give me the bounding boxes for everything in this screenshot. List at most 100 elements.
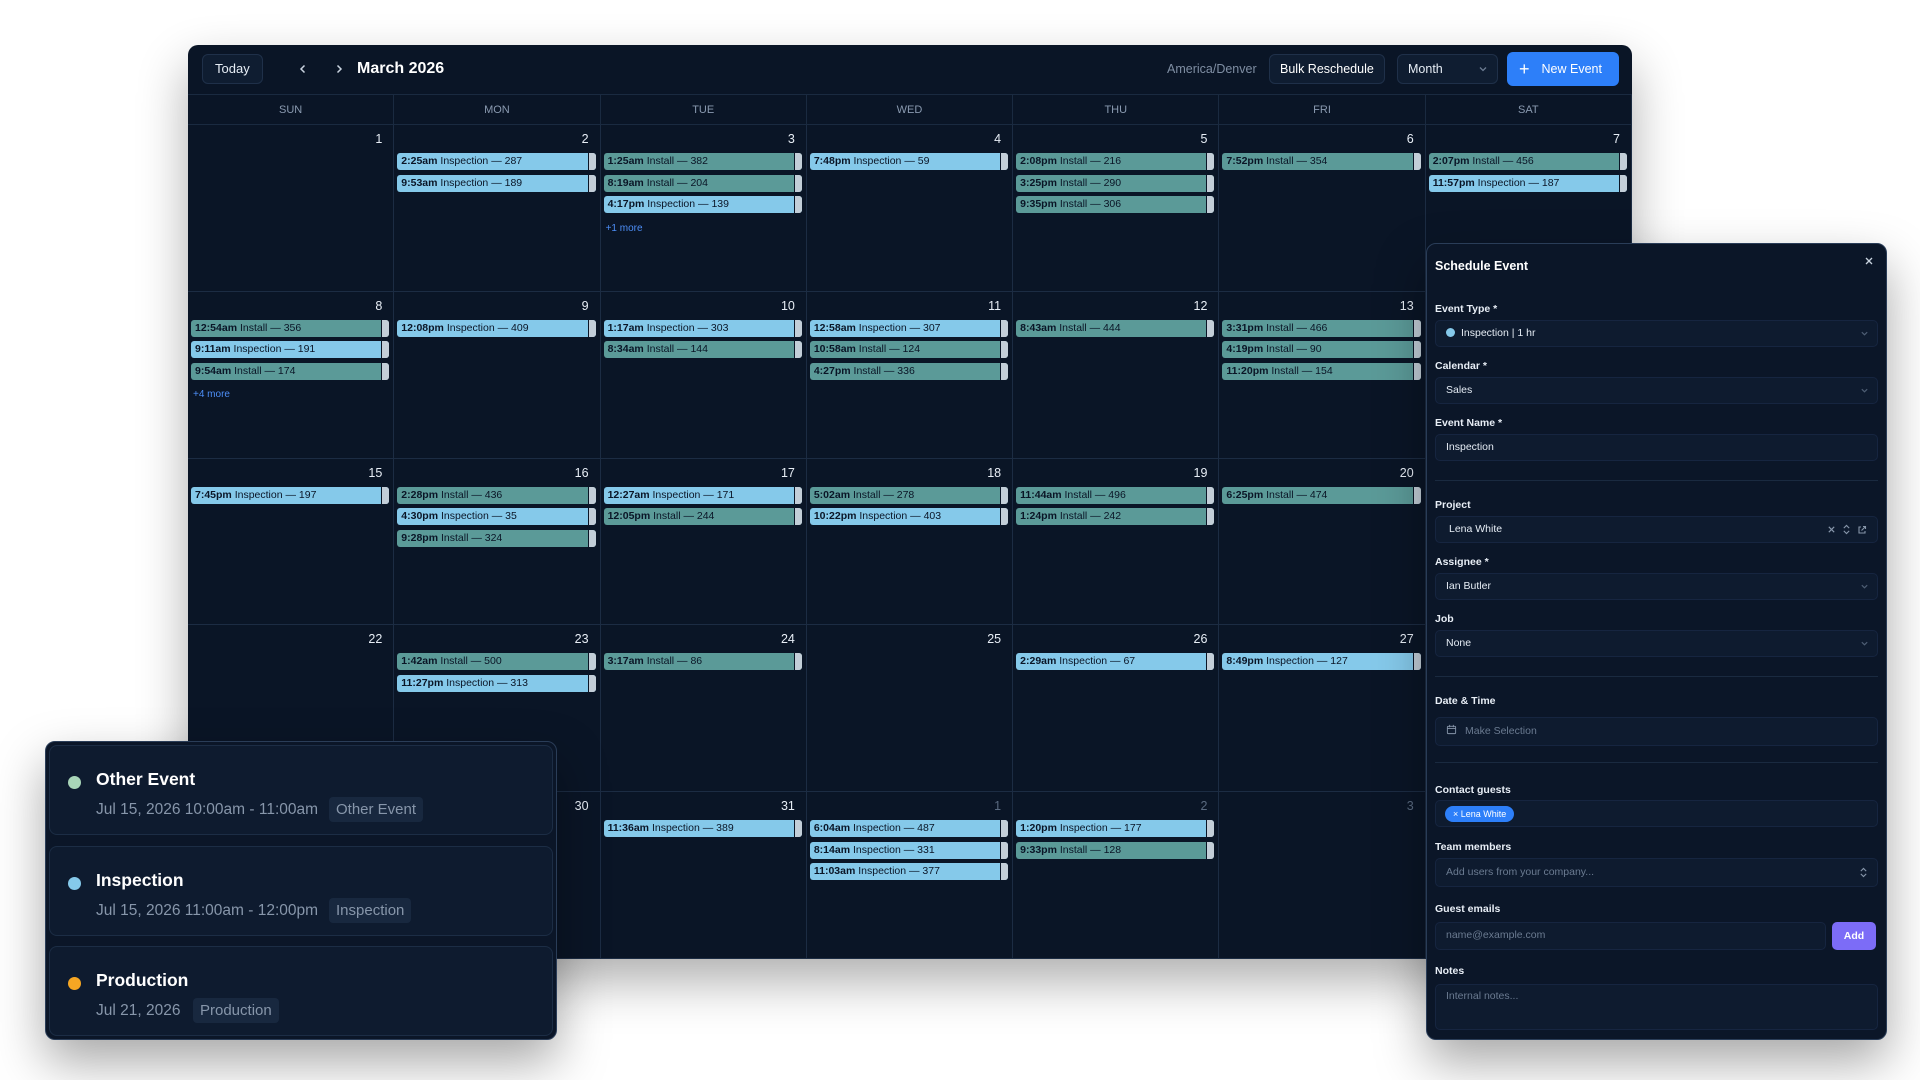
bulk-reschedule-button[interactable]: Bulk Reschedule [1269, 54, 1385, 84]
event-type-select[interactable]: Inspection | 1 hr [1435, 320, 1878, 347]
calendar-event[interactable]: 1:17am Inspection — 303 [603, 319, 802, 337]
day-cell[interactable]: 4 7:48pm Inspection — 59 [806, 125, 1014, 292]
contact-guests-field[interactable]: × Lena White [1435, 800, 1878, 827]
more-events-link[interactable]: +4 more [193, 389, 230, 400]
calendar-event[interactable]: 1:25am Install — 382 [603, 153, 802, 170]
legend-item-other-event[interactable]: Other Event Jul 15, 2026 10:00am - 11:00… [49, 745, 553, 835]
calendar-event[interactable]: 2:29am Inspection — 67 [1016, 653, 1215, 671]
legend-item-inspection[interactable]: Inspection Jul 15, 2026 11:00am - 12:00p… [49, 846, 553, 936]
job-select[interactable]: None [1435, 630, 1878, 657]
calendar-event[interactable]: 12:08pm Inspection — 409 [397, 319, 596, 337]
calendar-event[interactable]: 12:54am Install — 356 [191, 319, 390, 337]
calendar-event[interactable]: 11:36am Inspection — 389 [603, 820, 802, 838]
calendar-event[interactable]: 8:43am Install — 444 [1016, 319, 1215, 337]
day-cell[interactable]: 2 2:25am Inspection — 287 9:53am Inspectio… [394, 125, 601, 292]
calendar-event[interactable]: 9:33pm Install — 128 [1016, 841, 1215, 859]
day-cell[interactable]: 12 8:43am Install — 444 [1013, 291, 1220, 459]
prev-month-button[interactable] [291, 57, 315, 81]
more-events-link[interactable]: +1 more [606, 223, 643, 234]
calendar-event[interactable]: 8:14am Inspection — 331 [809, 841, 1009, 859]
day-cell[interactable]: 1 [188, 125, 395, 292]
assignee-select[interactable]: Ian Butler [1435, 573, 1878, 600]
view-select[interactable]: Month [1397, 54, 1498, 84]
calendar-event[interactable]: 6:04am Inspection — 487 [809, 820, 1009, 838]
day-cell[interactable]: 26 2:29am Inspection — 67 [1013, 625, 1220, 793]
day-cell[interactable]: 5 2:08pm Install — 216 3:25pm Install — 29… [1013, 125, 1220, 292]
day-cell[interactable]: 31 11:36am Inspection — 389 [600, 792, 807, 959]
calendar-event[interactable]: 4:30pm Inspection — 35 [397, 508, 596, 526]
day-cell[interactable]: 18 5:02am Install — 278 10:22pm Inspection… [806, 458, 1014, 626]
close-icon[interactable] [1862, 254, 1876, 268]
calendar-event[interactable]: 8:19am Install — 204 [603, 174, 802, 192]
calendar-event[interactable]: 11:27pm Inspection — 313 [397, 674, 596, 692]
calendar-event[interactable]: 7:48pm Inspection — 59 [809, 153, 1009, 170]
calendar-event[interactable]: 6:25pm Install — 474 [1222, 486, 1421, 504]
day-cell[interactable]: 13 3:31pm Install — 466 4:19pm Install — 9… [1219, 291, 1426, 459]
day-cell[interactable]: 3 [1219, 792, 1426, 959]
datetime-picker[interactable]: Make Selection [1435, 717, 1878, 746]
day-cell[interactable]: 6 7:52pm Install — 354 [1219, 125, 1426, 292]
calendar-event[interactable]: 11:20pm Install — 154 [1222, 362, 1421, 380]
up-down-icon[interactable] [1842, 524, 1851, 535]
calendar-event[interactable]: 9:53am Inspection — 189 [397, 174, 596, 192]
calendar-event[interactable]: 1:20pm Inspection — 177 [1016, 820, 1215, 838]
calendar-event[interactable]: 4:19pm Install — 90 [1222, 341, 1421, 359]
day-cell[interactable]: 10 1:17am Inspection — 303 8:34am Install … [600, 291, 807, 459]
day-cell[interactable]: 9 12:08pm Inspection — 409 [394, 291, 601, 459]
add-guest-button[interactable]: Add [1832, 922, 1876, 950]
day-cell[interactable]: 2 1:20pm Inspection — 177 9:33pm Install —… [1013, 792, 1220, 959]
calendar-event[interactable]: 3:31pm Install — 466 [1222, 319, 1421, 337]
calendar-event[interactable]: 3:17am Install — 86 [603, 653, 802, 671]
day-cell[interactable]: 16 2:28pm Install — 436 4:30pm Inspection … [394, 458, 601, 626]
day-cell[interactable]: 27 8:49pm Inspection — 127 [1219, 625, 1426, 793]
calendar-event[interactable]: 2:28pm Install — 436 [397, 486, 596, 504]
day-cell[interactable]: 25 [806, 625, 1014, 793]
project-select[interactable]: Lena White [1435, 516, 1878, 543]
calendar-event[interactable]: 9:11am Inspection — 191 [191, 341, 390, 359]
calendar-event[interactable]: 11:57pm Inspection — 187 [1428, 174, 1627, 192]
calendar-event[interactable]: 1:24pm Install — 242 [1016, 508, 1215, 526]
day-cell[interactable]: 15 7:45pm Inspection — 197 [188, 458, 395, 626]
day-cell[interactable]: 19 11:44am Install — 496 1:24pm Install — … [1013, 458, 1220, 626]
calendar-event[interactable]: 12:05pm Install — 244 [603, 508, 802, 526]
guest-email-input[interactable]: name@example.com [1435, 922, 1826, 950]
legend-item-production[interactable]: Production Jul 21, 2026 Production [49, 946, 553, 1036]
calendar-event[interactable]: 9:35pm Install — 306 [1016, 196, 1215, 213]
calendar-event[interactable]: 2:08pm Install — 216 [1016, 153, 1215, 170]
calendar-select[interactable]: Sales [1435, 377, 1878, 404]
day-cell[interactable]: 17 12:27am Inspection — 171 12:05pm Instal… [600, 458, 807, 626]
calendar-event[interactable]: 12:27am Inspection — 171 [603, 486, 802, 504]
calendar-event[interactable]: 7:52pm Install — 354 [1222, 153, 1421, 170]
today-button[interactable]: Today [202, 54, 263, 84]
external-link-icon[interactable] [1857, 525, 1867, 535]
next-month-button[interactable] [327, 57, 351, 81]
calendar-event[interactable]: 11:44am Install — 496 [1016, 486, 1215, 504]
calendar-event[interactable]: 1:42am Install — 500 [397, 653, 596, 671]
calendar-event[interactable]: 2:25am Inspection — 287 [397, 153, 596, 170]
calendar-event[interactable]: 3:25pm Install — 290 [1016, 174, 1215, 192]
contact-chip[interactable]: × Lena White [1445, 806, 1515, 822]
day-cell[interactable]: 20 6:25pm Install — 474 [1219, 458, 1426, 626]
team-members-select[interactable]: Add users from your company... [1435, 858, 1878, 887]
day-cell[interactable]: 1 6:04am Inspection — 487 8:14am Inspectio… [806, 792, 1014, 959]
notes-textarea[interactable]: Internal notes... [1435, 984, 1878, 1030]
day-cell[interactable]: 8 12:54am Install — 356 9:11am Inspection … [188, 291, 395, 459]
calendar-event[interactable]: 8:49pm Inspection — 127 [1222, 653, 1421, 671]
calendar-event[interactable]: 2:07pm Install — 456 [1428, 153, 1627, 170]
clear-icon[interactable] [1827, 525, 1836, 534]
day-cell[interactable]: 3 1:25am Install — 382 8:19am Install — 20… [600, 125, 807, 292]
calendar-event[interactable]: 9:28pm Install — 324 [397, 529, 596, 547]
calendar-event[interactable]: 11:03am Inspection — 377 [809, 863, 1009, 881]
timezone-label[interactable]: America/Denver [1167, 62, 1257, 76]
calendar-event[interactable]: 4:17pm Inspection — 139 [603, 196, 802, 213]
calendar-event[interactable]: 10:22pm Inspection — 403 [809, 508, 1009, 526]
calendar-event[interactable]: 4:27pm Install — 336 [809, 362, 1009, 380]
calendar-event[interactable]: 8:34am Install — 144 [603, 341, 802, 359]
calendar-event[interactable]: 10:58am Install — 124 [809, 341, 1009, 359]
event-name-input[interactable]: Inspection [1435, 434, 1878, 461]
calendar-event[interactable]: 12:58am Inspection — 307 [809, 319, 1009, 337]
day-cell[interactable]: 24 3:17am Install — 86 [600, 625, 807, 793]
day-cell[interactable]: 11 12:58am Inspection — 307 10:58am Instal… [806, 291, 1014, 459]
calendar-event[interactable]: 7:45pm Inspection — 197 [191, 486, 390, 504]
new-event-button[interactable]: + New Event [1507, 52, 1619, 86]
